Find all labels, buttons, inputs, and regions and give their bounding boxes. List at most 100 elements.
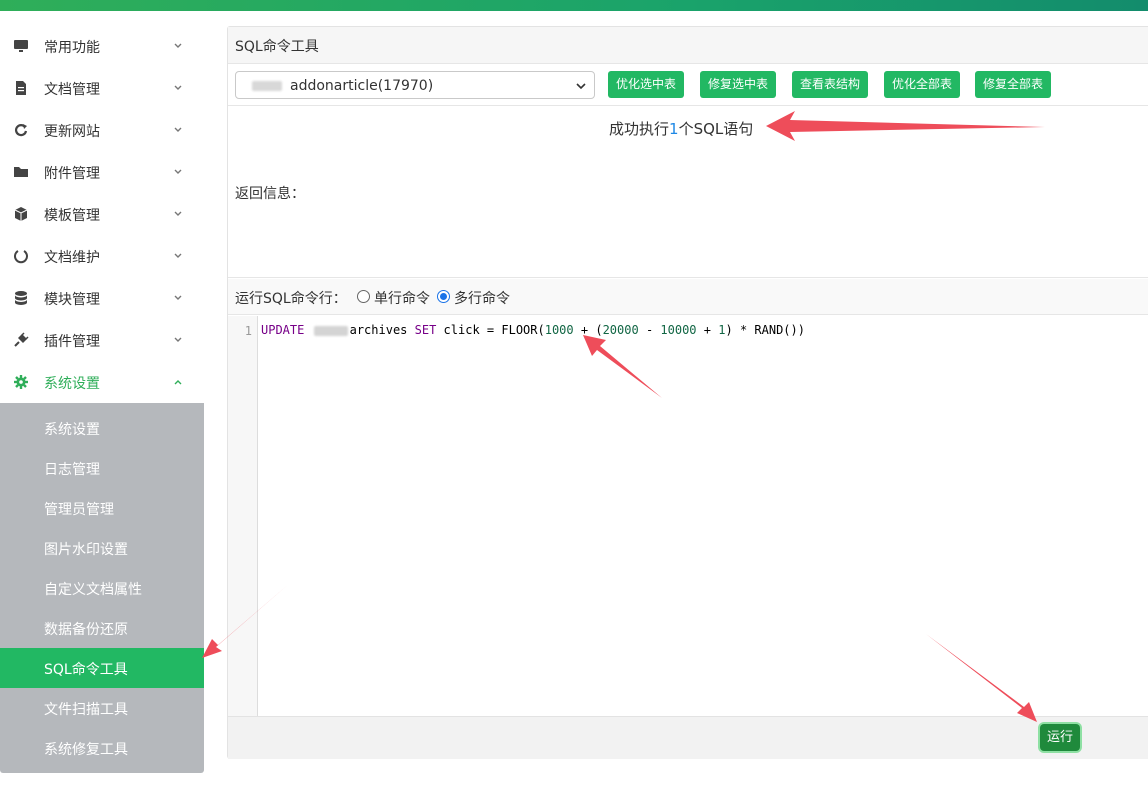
sidebar-item-label: 系统设置 (44, 376, 100, 392)
submenu-item-repair[interactable]: 系统修复工具 (0, 728, 204, 768)
code-token: - (645, 323, 654, 337)
submenu-item-admins[interactable]: 管理员管理 (0, 488, 204, 528)
system-settings-submenu: 系统设置 日志管理 管理员管理 图片水印设置 自定义文档属性 数据备份还原 SQ… (0, 403, 204, 773)
sidebar-item-templates[interactable]: 模板管理 (0, 193, 204, 235)
single-line-label[interactable]: 单行命令 (374, 288, 430, 308)
chevron-down-icon (174, 253, 182, 258)
optimize-all-button[interactable]: 优化全部表 (884, 71, 961, 98)
sidebar-item-label: 文档维护 (44, 250, 100, 266)
blurred-prefix (252, 81, 282, 91)
panel-header: SQL命令工具 (228, 27, 1148, 64)
submenu-item-label: SQL命令工具 (44, 662, 128, 678)
view-structure-button[interactable]: 查看表结构 (792, 71, 869, 98)
submenu-item-watermark[interactable]: 图片水印设置 (0, 528, 204, 568)
table-select[interactable]: addonarticle(17970) (235, 71, 595, 99)
sidebar-item-doc-maintenance[interactable]: 文档维护 (0, 235, 204, 277)
sql-tool-panel: SQL命令工具 addonarticle(17970) 优化选中表 修复选中表 … (227, 26, 1148, 759)
multi-line-radio[interactable] (437, 290, 450, 303)
success-message-suffix: 个SQL语句 (678, 120, 754, 138)
chevron-down-icon (174, 85, 182, 90)
result-area: 成功执行1个SQL语句 返回信息： (228, 107, 1148, 278)
chevron-down-icon (576, 83, 586, 90)
success-count: 1 (669, 120, 679, 138)
folder-icon (14, 167, 28, 177)
table-select-value: addonarticle(17970) (290, 78, 434, 94)
sidebar-item-label: 插件管理 (44, 334, 100, 350)
repair-all-button[interactable]: 修复全部表 (975, 71, 1052, 98)
code-token: SET (414, 323, 437, 337)
line-number: 1 (244, 324, 252, 338)
document-icon (16, 81, 26, 95)
gear-icon (14, 375, 28, 389)
sidebar-item-label: 模板管理 (44, 208, 100, 224)
plug-icon (14, 332, 29, 347)
monitor-icon (14, 40, 28, 52)
sidebar-item-label: 文档管理 (44, 82, 100, 98)
submenu-item-label: 自定义文档属性 (44, 582, 142, 598)
code-token: ) (725, 323, 733, 337)
submenu-item-log[interactable]: 日志管理 (0, 448, 204, 488)
submenu-item-custom-attrs[interactable]: 自定义文档属性 (0, 568, 204, 608)
code-token: ( (595, 323, 603, 337)
submenu-item-label: 图片水印设置 (44, 542, 128, 558)
page-title: SQL命令工具 (235, 39, 319, 55)
submenu-item-sql-tool[interactable]: SQL命令工具 (0, 648, 204, 688)
sidebar-item-system-settings[interactable]: 系统设置 (0, 361, 204, 403)
table-toolbar: addonarticle(17970) 优化选中表 修复选中表 查看表结构 优化… (228, 64, 1148, 106)
chevron-down-icon (174, 211, 182, 216)
chevron-down-icon (174, 169, 182, 174)
code-token: UPDATE (261, 323, 305, 337)
chevron-up-icon (174, 380, 182, 385)
top-accent-bar (0, 0, 1148, 11)
sidebar-item-plugins[interactable]: 插件管理 (0, 319, 204, 361)
return-info-label: 返回信息： (235, 186, 305, 202)
submenu-item-backup[interactable]: 数据备份还原 (0, 608, 204, 648)
sidebar-item-label: 常用功能 (44, 40, 100, 56)
code-token: 10000 (660, 323, 697, 337)
sidebar-item-label: 模块管理 (44, 292, 100, 308)
mode-label: 运行SQL命令行： (235, 291, 347, 307)
code-token: FLOOR( (501, 323, 545, 337)
chevron-down-icon (174, 127, 182, 132)
submenu-item-label: 系统修复工具 (44, 742, 128, 758)
line-gutter: 1 (228, 316, 258, 716)
submenu-item-label: 管理员管理 (44, 502, 114, 518)
sidebar-item-update-site[interactable]: 更新网站 (0, 109, 204, 151)
chevron-down-icon (174, 43, 182, 48)
sidebar-item-attachments[interactable]: 附件管理 (0, 151, 204, 193)
code-token: + (703, 323, 711, 337)
chevron-down-icon (174, 337, 182, 342)
single-line-radio[interactable] (357, 290, 370, 303)
repair-selected-button[interactable]: 修复选中表 (700, 71, 777, 98)
success-message: 成功执行1个SQL语句 (609, 118, 753, 139)
sidebar-item-documents[interactable]: 文档管理 (0, 67, 204, 109)
sql-editor[interactable]: 1 UPDATE archives SET click = FLOOR(1000… (228, 316, 1148, 716)
code-token: 20000 (602, 323, 639, 337)
submenu-item-label: 文件扫描工具 (44, 702, 128, 718)
sidebar-item-modules[interactable]: 模块管理 (0, 277, 204, 319)
code-token: RAND()) (754, 323, 805, 337)
run-button[interactable]: 运行 (1040, 724, 1080, 751)
sidebar-item-label: 附件管理 (44, 166, 100, 182)
sidebar-item-common[interactable]: 常用功能 (0, 25, 204, 67)
panel-footer: 运行 (228, 716, 1148, 759)
code-token: 1000 (544, 323, 574, 337)
code-token: click (443, 323, 480, 337)
multi-line-label[interactable]: 多行命令 (454, 288, 510, 308)
code-token: = (486, 323, 495, 337)
circle-icon (14, 250, 28, 264)
blurred-prefix (313, 325, 348, 336)
submenu-item-file-scan[interactable]: 文件扫描工具 (0, 688, 204, 728)
submenu-item-label: 系统设置 (44, 422, 100, 438)
mode-bar: 运行SQL命令行： 单行命令 多行命令 (228, 279, 1148, 315)
code-token: * (739, 323, 748, 337)
cube-icon (14, 207, 28, 221)
code-token: archives (349, 323, 408, 337)
submenu-item-label: 数据备份还原 (44, 622, 128, 638)
sidebar-item-label: 更新网站 (44, 124, 100, 140)
refresh-icon (14, 124, 28, 137)
chevron-down-icon (174, 295, 182, 300)
submenu-item-label: 日志管理 (44, 462, 100, 478)
optimize-selected-button[interactable]: 优化选中表 (608, 71, 685, 98)
submenu-item-system-settings[interactable]: 系统设置 (0, 408, 204, 448)
